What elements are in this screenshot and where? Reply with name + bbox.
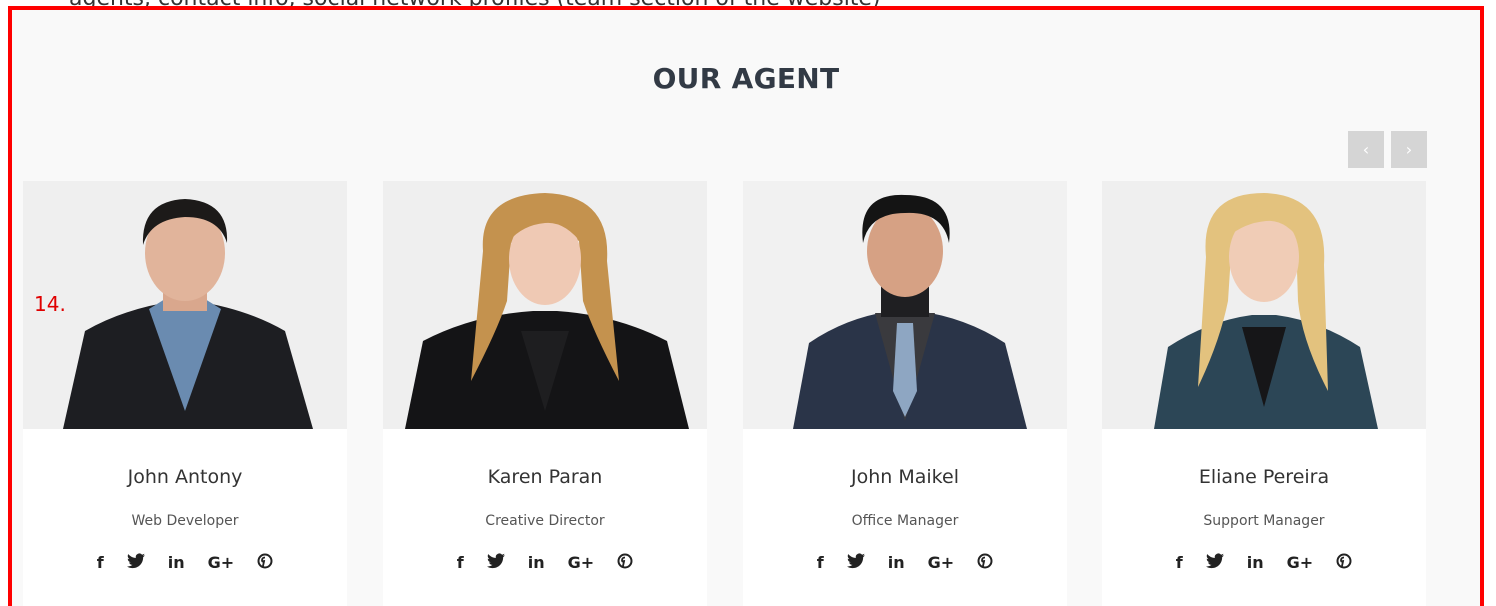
twitter-icon[interactable] xyxy=(126,553,145,573)
carousel-next-button[interactable]: › xyxy=(1391,131,1427,168)
facebook-icon[interactable]: f xyxy=(97,553,104,573)
agent-name: John Maikel xyxy=(851,466,959,488)
agent-name: Karen Paran xyxy=(487,466,603,488)
agent-photo xyxy=(383,181,707,429)
twitter-icon[interactable] xyxy=(486,553,505,573)
twitter-icon[interactable] xyxy=(1205,553,1224,573)
agent-card: Eliane Pereira Support Manager f in G+ xyxy=(1102,181,1426,606)
section-title: OUR AGENT xyxy=(652,62,840,95)
pinterest-icon[interactable] xyxy=(977,553,993,573)
linkedin-icon[interactable]: in xyxy=(168,553,185,573)
agent-name: Eliane Pereira xyxy=(1198,466,1330,488)
twitter-icon[interactable] xyxy=(846,553,865,573)
social-links: f in G+ xyxy=(23,553,347,573)
agent-role: Web Developer xyxy=(131,513,239,529)
google-plus-icon[interactable]: G+ xyxy=(1287,553,1314,573)
agent-card: John Maikel Office Manager f in G+ xyxy=(743,181,1067,606)
agent-role: Support Manager xyxy=(1203,513,1325,529)
agent-card: John Antony Web Developer f in G+ xyxy=(23,181,347,606)
social-links: f in G+ xyxy=(1102,553,1426,573)
facebook-icon[interactable]: f xyxy=(457,553,464,573)
agent-photo xyxy=(1102,181,1426,429)
google-plus-icon[interactable]: G+ xyxy=(208,553,235,573)
agent-section-frame: 14. OUR AGENT ‹ › John Antony Web Develo… xyxy=(8,6,1484,606)
agent-role: Office Manager xyxy=(851,513,959,529)
linkedin-icon[interactable]: in xyxy=(528,553,545,573)
annotation-number: 14. xyxy=(34,292,66,316)
social-links: f in G+ xyxy=(743,553,1067,573)
agent-portrait-icon xyxy=(743,181,1067,429)
agent-name: John Antony xyxy=(127,466,243,488)
facebook-icon[interactable]: f xyxy=(1176,553,1183,573)
agent-role: Creative Director xyxy=(485,513,605,529)
agent-portrait-icon xyxy=(383,181,707,429)
google-plus-icon[interactable]: G+ xyxy=(928,553,955,573)
agent-photo xyxy=(743,181,1067,429)
pinterest-icon[interactable] xyxy=(617,553,633,573)
agent-card: Karen Paran Creative Director f in G+ xyxy=(383,181,707,606)
pinterest-icon[interactable] xyxy=(257,553,273,573)
agent-portrait-icon xyxy=(1102,181,1426,429)
carousel-prev-button[interactable]: ‹ xyxy=(1348,131,1384,168)
social-links: f in G+ xyxy=(383,553,707,573)
facebook-icon[interactable]: f xyxy=(817,553,824,573)
linkedin-icon[interactable]: in xyxy=(888,553,905,573)
agent-photo xyxy=(23,181,347,429)
pinterest-icon[interactable] xyxy=(1336,553,1352,573)
linkedin-icon[interactable]: in xyxy=(1247,553,1264,573)
agent-portrait-icon xyxy=(23,181,347,429)
google-plus-icon[interactable]: G+ xyxy=(568,553,595,573)
